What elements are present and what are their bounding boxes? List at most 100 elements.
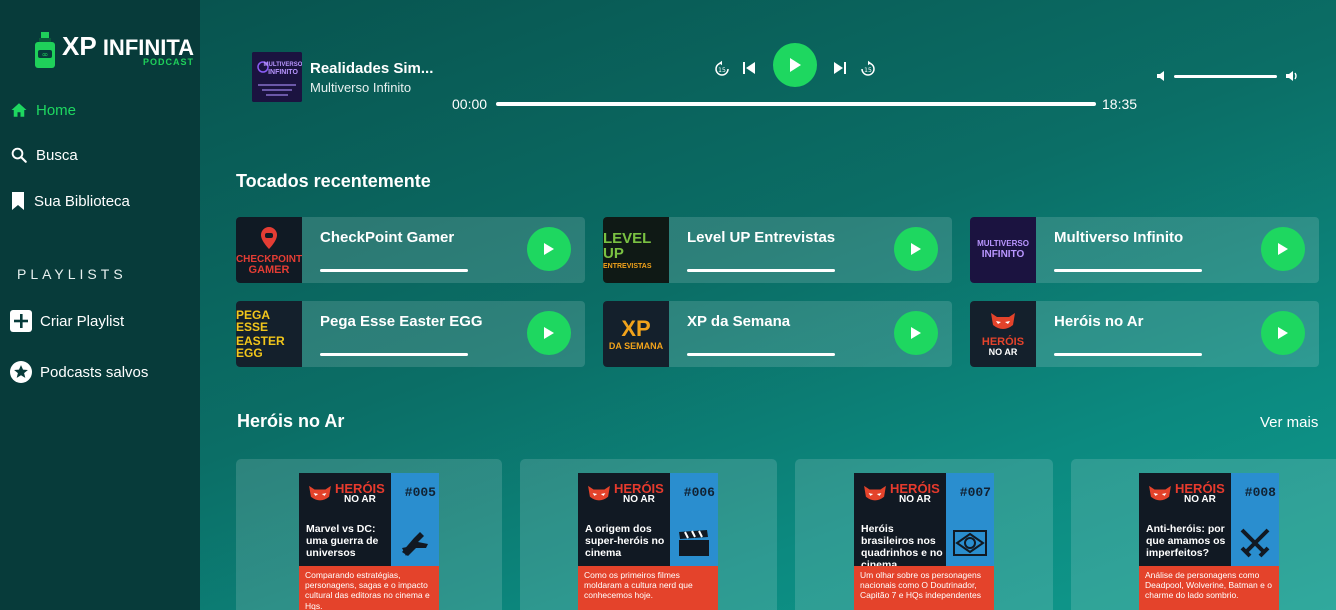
episode-card[interactable]: #007 HERÓIS NO AR Heróis brasileiros nos … bbox=[795, 459, 1053, 610]
nav-home-label: Home bbox=[36, 101, 77, 119]
volume-low-icon[interactable] bbox=[1156, 69, 1168, 87]
recent-card-title: CheckPoint Gamer bbox=[320, 229, 455, 246]
recent-play-button[interactable] bbox=[527, 227, 571, 271]
recent-card-progress bbox=[320, 353, 468, 356]
svg-text:INFINITO: INFINITO bbox=[268, 69, 298, 76]
episode-cover: #005 HERÓIS NO AR Marvel vs DC: uma guerr… bbox=[299, 473, 439, 610]
playlists-heading: PLAYLISTS bbox=[17, 266, 127, 282]
recent-thumb: PEGA ESSE EASTER EGG bbox=[236, 301, 302, 367]
rewind-15-button[interactable]: 15 bbox=[713, 60, 731, 78]
episode-number: #005 bbox=[404, 485, 436, 500]
episode-number: #008 bbox=[1244, 485, 1276, 500]
next-button[interactable] bbox=[833, 61, 847, 75]
forward-icon: 15 bbox=[861, 60, 875, 76]
episode-card[interactable]: #005 HERÓIS NO AR Marvel vs DC: uma guerr… bbox=[236, 459, 502, 610]
saved-podcasts-label: Podcasts salvos bbox=[40, 363, 149, 381]
recent-play-button[interactable] bbox=[527, 311, 571, 355]
play-icon bbox=[911, 327, 921, 339]
sidebar: ∞ XP INFINITA PODCAST Home Busca Sua Bib… bbox=[0, 0, 200, 610]
recent-card[interactable]: LEVEL UP ENTREVISTAS Level UP Entrevista… bbox=[603, 217, 952, 283]
svg-text:15: 15 bbox=[718, 67, 726, 74]
recent-card-title: Pega Esse Easter EGG bbox=[320, 313, 483, 330]
recent-play-button[interactable] bbox=[894, 227, 938, 271]
recent-play-button[interactable] bbox=[894, 311, 938, 355]
episode-number: #007 bbox=[959, 485, 991, 500]
recent-thumb: MULTIVERSO INFINITO bbox=[970, 217, 1036, 283]
play-icon bbox=[911, 243, 921, 255]
recent-card[interactable]: CHECKPOINT GAMER CheckPoint Gamer bbox=[236, 217, 585, 283]
episode-description: Comparando estratégias, personagens, sag… bbox=[299, 566, 439, 610]
recent-card-title: Heróis no Ar bbox=[1054, 313, 1144, 330]
now-playing-title[interactable]: Realidades Sim... bbox=[310, 60, 433, 77]
potion-logo-icon: ∞ bbox=[32, 30, 58, 72]
bookmark-icon bbox=[12, 192, 24, 210]
recent-play-button[interactable] bbox=[1261, 227, 1305, 271]
recent-card[interactable]: PEGA ESSE EASTER EGG Pega Esse Easter EG… bbox=[236, 301, 585, 367]
previous-button[interactable] bbox=[742, 61, 756, 75]
progress-bar[interactable] bbox=[496, 102, 1096, 106]
episode-cover: #007 HERÓIS NO AR Heróis brasileiros nos … bbox=[854, 473, 994, 610]
episode-title: A origem dos super-heróis no cinema bbox=[585, 523, 665, 560]
episode-card[interactable]: #008 HERÓIS NO AR Anti-heróis: por que am… bbox=[1071, 459, 1336, 610]
recent-thumb: XP DA SEMANA bbox=[603, 301, 669, 367]
play-icon bbox=[1278, 327, 1288, 339]
plus-square-icon bbox=[10, 310, 32, 332]
episode-title: Anti-heróis: por que amamos os imperfeit… bbox=[1146, 523, 1226, 560]
recent-card-title: Multiverso Infinito bbox=[1054, 229, 1184, 246]
star-circle-icon bbox=[10, 361, 32, 383]
forward-15-button[interactable]: 15 bbox=[859, 60, 877, 78]
hero-mask-icon bbox=[588, 485, 610, 501]
svg-text:∞: ∞ bbox=[42, 50, 49, 59]
play-button[interactable] bbox=[773, 43, 817, 87]
now-playing-artist[interactable]: Multiverso Infinito bbox=[310, 80, 411, 95]
play-icon bbox=[1278, 243, 1288, 255]
recent-thumb: LEVEL UP ENTREVISTAS bbox=[603, 217, 669, 283]
nav-biblioteca-label: Sua Biblioteca bbox=[34, 192, 130, 210]
hero-mask-icon bbox=[309, 485, 331, 501]
episode-card[interactable]: #006 HERÓIS NO AR A origem dos super-heró… bbox=[520, 459, 777, 610]
recent-thumb: CHECKPOINT GAMER bbox=[236, 217, 302, 283]
search-icon bbox=[11, 147, 27, 163]
recent-card-title: Level UP Entrevistas bbox=[687, 229, 836, 246]
duration: 18:35 bbox=[1102, 96, 1138, 112]
recent-play-button[interactable] bbox=[1261, 311, 1305, 355]
now-playing-cover[interactable]: MULTIVERSO INFINITO bbox=[252, 52, 302, 102]
episode-description: Um olhar sobre os personagens nacionais … bbox=[854, 566, 994, 610]
see-more-link[interactable]: Ver mais bbox=[1260, 414, 1318, 431]
recent-card[interactable]: HERÓIS NO AR Heróis no Ar bbox=[970, 301, 1319, 367]
hero-mask-icon bbox=[864, 485, 886, 501]
flying-hero-icon bbox=[397, 525, 433, 561]
recent-card-progress bbox=[687, 353, 835, 356]
play-icon bbox=[790, 58, 801, 72]
volume-high-icon[interactable] bbox=[1285, 69, 1299, 88]
volume-slider[interactable] bbox=[1174, 75, 1277, 78]
recent-card-progress bbox=[1054, 269, 1202, 272]
episode-title: Marvel vs DC: uma guerra de universos bbox=[306, 523, 379, 560]
episode-description: Análise de personagens como Deadpool, Wo… bbox=[1139, 566, 1279, 610]
recent-card-progress bbox=[320, 269, 468, 272]
skip-next-icon bbox=[834, 62, 846, 74]
nav-biblioteca[interactable]: Sua Biblioteca bbox=[10, 191, 130, 211]
nav-home[interactable]: Home bbox=[10, 101, 76, 119]
create-playlist-label: Criar Playlist bbox=[40, 312, 125, 330]
play-icon bbox=[544, 243, 554, 255]
brazil-flag-icon bbox=[952, 525, 988, 561]
recent-card[interactable]: XP DA SEMANA XP da Semana bbox=[603, 301, 952, 367]
app-logo[interactable]: ∞ XP INFINITA PODCAST bbox=[32, 30, 194, 72]
rewind-icon: 15 bbox=[715, 60, 729, 76]
nav-busca[interactable]: Busca bbox=[10, 146, 78, 164]
skip-previous-icon bbox=[743, 62, 755, 74]
crossed-swords-icon bbox=[1237, 525, 1273, 561]
recent-card-title: XP da Semana bbox=[687, 313, 791, 330]
svg-text:15: 15 bbox=[864, 67, 872, 74]
logo-xp: XP bbox=[62, 31, 97, 61]
nav-busca-label: Busca bbox=[36, 146, 78, 164]
hero-mask-icon bbox=[1149, 485, 1171, 501]
current-time: 00:00 bbox=[452, 96, 488, 112]
create-playlist-button[interactable]: Criar Playlist bbox=[10, 310, 124, 332]
clapperboard-icon bbox=[676, 525, 712, 561]
home-icon bbox=[11, 103, 27, 117]
saved-podcasts-button[interactable]: Podcasts salvos bbox=[10, 361, 148, 383]
recent-card-progress bbox=[1054, 353, 1202, 356]
recent-card[interactable]: MULTIVERSO INFINITO Multiverso Infinito bbox=[970, 217, 1319, 283]
